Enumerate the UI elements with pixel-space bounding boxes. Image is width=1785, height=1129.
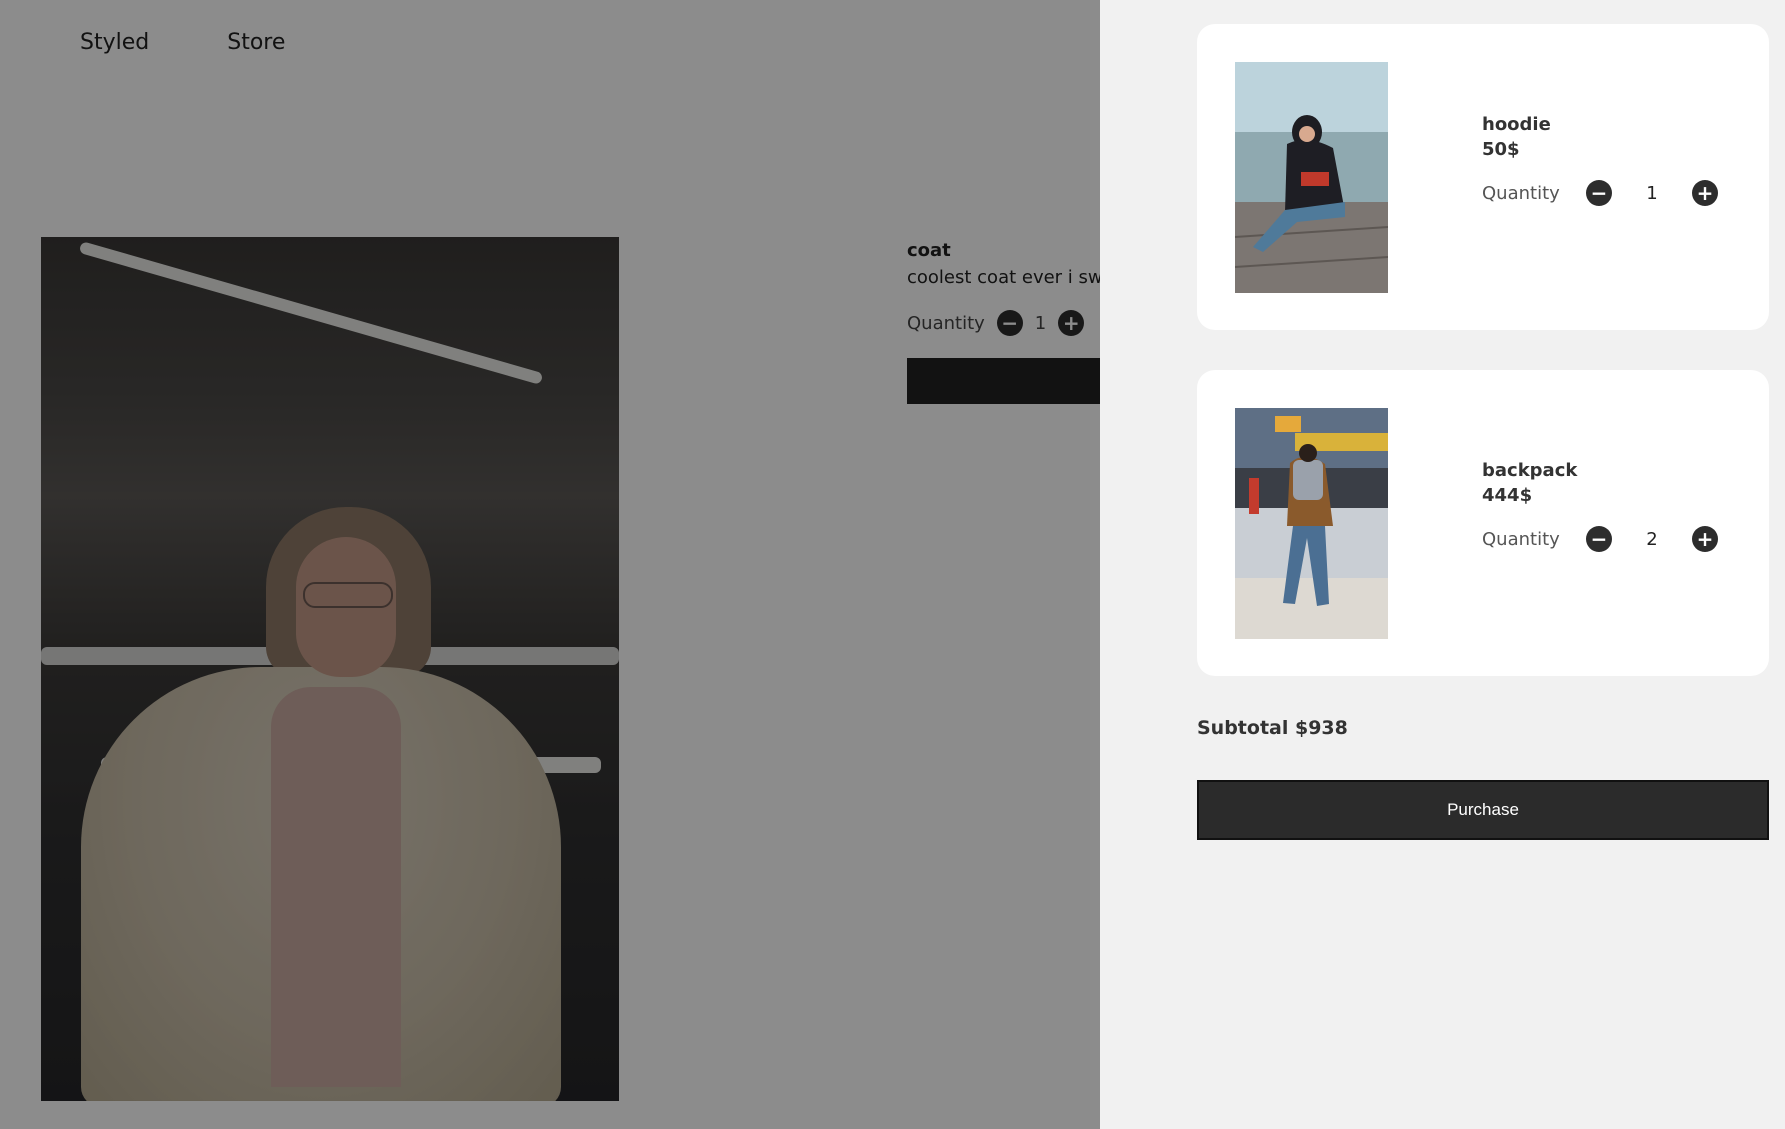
subtotal: Subtotal $938 — [1197, 717, 1348, 739]
plus-circle-icon[interactable]: + — [1692, 180, 1718, 206]
cart-item-quantity: Quantity − 1 + — [1482, 180, 1718, 206]
cart-item-price: 444$ — [1482, 485, 1533, 506]
cart-item-info: hoodie 50$ Quantity − 1 + — [1482, 114, 1718, 206]
cart-item-price: 50$ — [1482, 139, 1520, 160]
cart-item-info: backpack 444$ Quantity − 2 + — [1482, 460, 1718, 552]
quantity-value: 1 — [1646, 182, 1658, 204]
modal-overlay[interactable] — [0, 0, 1100, 1129]
minus-circle-icon[interactable]: − — [1586, 180, 1612, 206]
minus-circle-icon[interactable]: − — [1586, 526, 1612, 552]
quantity-value: 2 — [1646, 528, 1658, 550]
cart-item: backpack 444$ Quantity − 2 + — [1197, 370, 1769, 676]
cart-item-image — [1235, 408, 1388, 639]
quantity-label: Quantity — [1482, 528, 1560, 550]
cart-item-name: hoodie — [1482, 114, 1551, 135]
cart-item-name: backpack — [1482, 460, 1578, 481]
cart-item: hoodie 50$ Quantity − 1 + — [1197, 24, 1769, 330]
cart-item-image — [1235, 62, 1388, 293]
quantity-label: Quantity — [1482, 182, 1560, 204]
cart-item-quantity: Quantity − 2 + — [1482, 526, 1718, 552]
purchase-button[interactable]: Purchase — [1197, 780, 1769, 840]
cart-drawer: hoodie 50$ Quantity − 1 + backpack 444$ … — [1100, 0, 1785, 1129]
plus-circle-icon[interactable]: + — [1692, 526, 1718, 552]
